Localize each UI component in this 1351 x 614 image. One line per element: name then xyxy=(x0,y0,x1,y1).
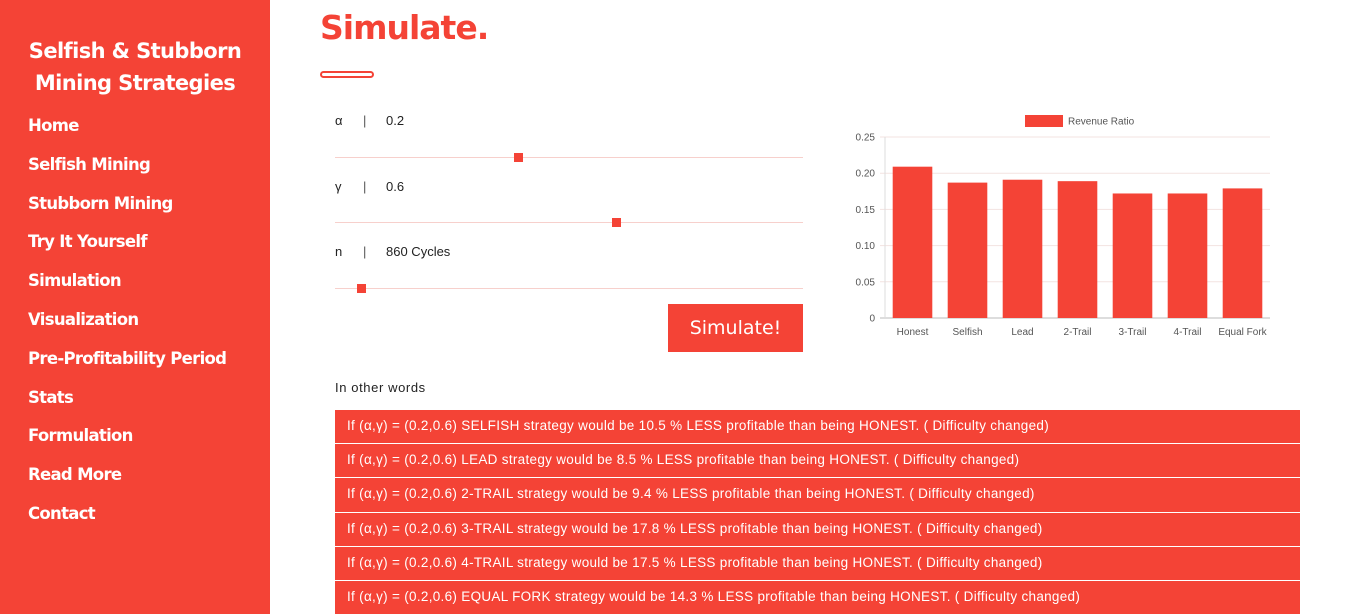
y-tick-label: 0 xyxy=(869,314,875,325)
param-n-symbol: n xyxy=(335,244,343,259)
param-n-row: n | 860 Cycles xyxy=(335,244,450,259)
cycles-slider[interactable] xyxy=(335,284,803,293)
bar-2-trail xyxy=(1057,181,1098,318)
nav-item-visualization[interactable]: Visualization xyxy=(28,310,226,349)
bar-selfish xyxy=(947,182,988,318)
brand-line-2: Mining Strategies xyxy=(34,71,236,95)
nav-item-read-more[interactable]: Read More xyxy=(28,465,226,504)
alpha-slider-thumb[interactable] xyxy=(513,153,523,162)
result-item-3-trail: If (α,γ) = (0.2,0.6) 3-TRAIL strategy wo… xyxy=(335,512,1300,547)
title-underline xyxy=(320,71,374,78)
in-other-words-label: In other words xyxy=(335,380,426,395)
result-item-equal-fork: If (α,γ) = (0.2,0.6) EQUAL FORK strategy… xyxy=(335,580,1300,614)
cycles-slider-thumb[interactable] xyxy=(356,284,366,293)
sidebar-nav: Home Selfish Mining Stubborn Mining Try … xyxy=(28,116,227,543)
nav-item-stats[interactable]: Stats xyxy=(28,388,226,427)
y-tick-label: 0.25 xyxy=(856,133,876,144)
nav-item-contact[interactable]: Contact xyxy=(28,504,226,543)
bar-4-trail xyxy=(1167,193,1208,318)
page-title: Simulate. xyxy=(320,8,489,47)
result-item-lead: If (α,γ) = (0.2,0.6) LEAD strategy would… xyxy=(335,444,1300,479)
x-tick-label: Selfish xyxy=(952,327,982,338)
param-alpha-symbol: α xyxy=(335,113,343,128)
param-gamma-row: γ | 0.6 xyxy=(335,179,404,194)
legend-swatch xyxy=(1025,115,1063,127)
y-tick-label: 0.20 xyxy=(856,169,876,180)
y-tick-label: 0.05 xyxy=(856,277,876,288)
param-gamma-symbol: γ xyxy=(335,179,342,194)
param-gamma-value: 0.6 xyxy=(386,179,405,194)
nav-item-selfish-mining[interactable]: Selfish Mining xyxy=(28,155,226,194)
results-list: If (α,γ) = (0.2,0.6) SELFISH strategy wo… xyxy=(335,410,1300,614)
bar-equal-fork xyxy=(1222,188,1263,318)
y-tick-label: 0.10 xyxy=(856,241,876,252)
x-tick-label: 4-Trail xyxy=(1174,327,1202,338)
main-content: Simulate. α | 0.2 γ | 0.6 n | 860 Cycles Simul… xyxy=(270,0,1351,614)
nav-item-formulation[interactable]: Formulation xyxy=(28,426,226,465)
result-item-4-trail: If (α,γ) = (0.2,0.6) 4-TRAIL strategy wo… xyxy=(335,546,1300,581)
legend-label: Revenue Ratio xyxy=(1068,117,1135,128)
revenue-ratio-chart: 0 0.05 0.10 0.15 0.20 0.25 Honest Selfish Lead 2-… xyxy=(856,115,1270,338)
param-separator: | xyxy=(363,244,367,259)
x-tick-label: 3-Trail xyxy=(1119,327,1147,338)
param-n-value: 860 Cycles xyxy=(386,244,451,259)
gamma-slider-thumb[interactable] xyxy=(611,218,621,227)
simulate-button[interactable]: Simulate! xyxy=(668,304,803,352)
gamma-slider[interactable] xyxy=(335,218,803,227)
brand-line-1: Selfish & Stubborn xyxy=(28,39,242,63)
nav-item-stubborn-mining[interactable]: Stubborn Mining xyxy=(28,194,226,233)
nav-item-simulation[interactable]: Simulation xyxy=(28,271,226,310)
bar-lead xyxy=(1002,179,1043,318)
result-item-2-trail: If (α,γ) = (0.2,0.6) 2-TRAIL strategy wo… xyxy=(335,478,1300,513)
param-separator: | xyxy=(363,179,367,194)
x-tick-label: 2-Trail xyxy=(1064,327,1092,338)
nav-item-pre-profitability-period[interactable]: Pre-Profitability Period xyxy=(28,349,227,388)
y-tick-label: 0.15 xyxy=(856,205,876,216)
x-tick-label: Lead xyxy=(1011,327,1033,338)
alpha-slider[interactable] xyxy=(335,153,803,162)
param-alpha-value: 0.2 xyxy=(386,113,405,128)
x-tick-label: Equal Fork xyxy=(1218,327,1267,338)
bar-honest xyxy=(892,166,933,318)
x-tick-label: Honest xyxy=(897,327,929,338)
result-item-selfish: If (α,γ) = (0.2,0.6) SELFISH strategy wo… xyxy=(335,410,1300,445)
nav-item-try-it-yourself[interactable]: Try It Yourself xyxy=(28,232,226,271)
bar-3-trail xyxy=(1112,193,1153,318)
sidebar: Selfish & Stubborn Mining Strategies Hom… xyxy=(0,0,270,614)
param-separator: | xyxy=(363,113,367,128)
site-brand[interactable]: Selfish & Stubborn Mining Strategies xyxy=(0,35,270,99)
param-alpha-row: α | 0.2 xyxy=(335,113,404,128)
nav-item-home[interactable]: Home xyxy=(28,116,226,155)
